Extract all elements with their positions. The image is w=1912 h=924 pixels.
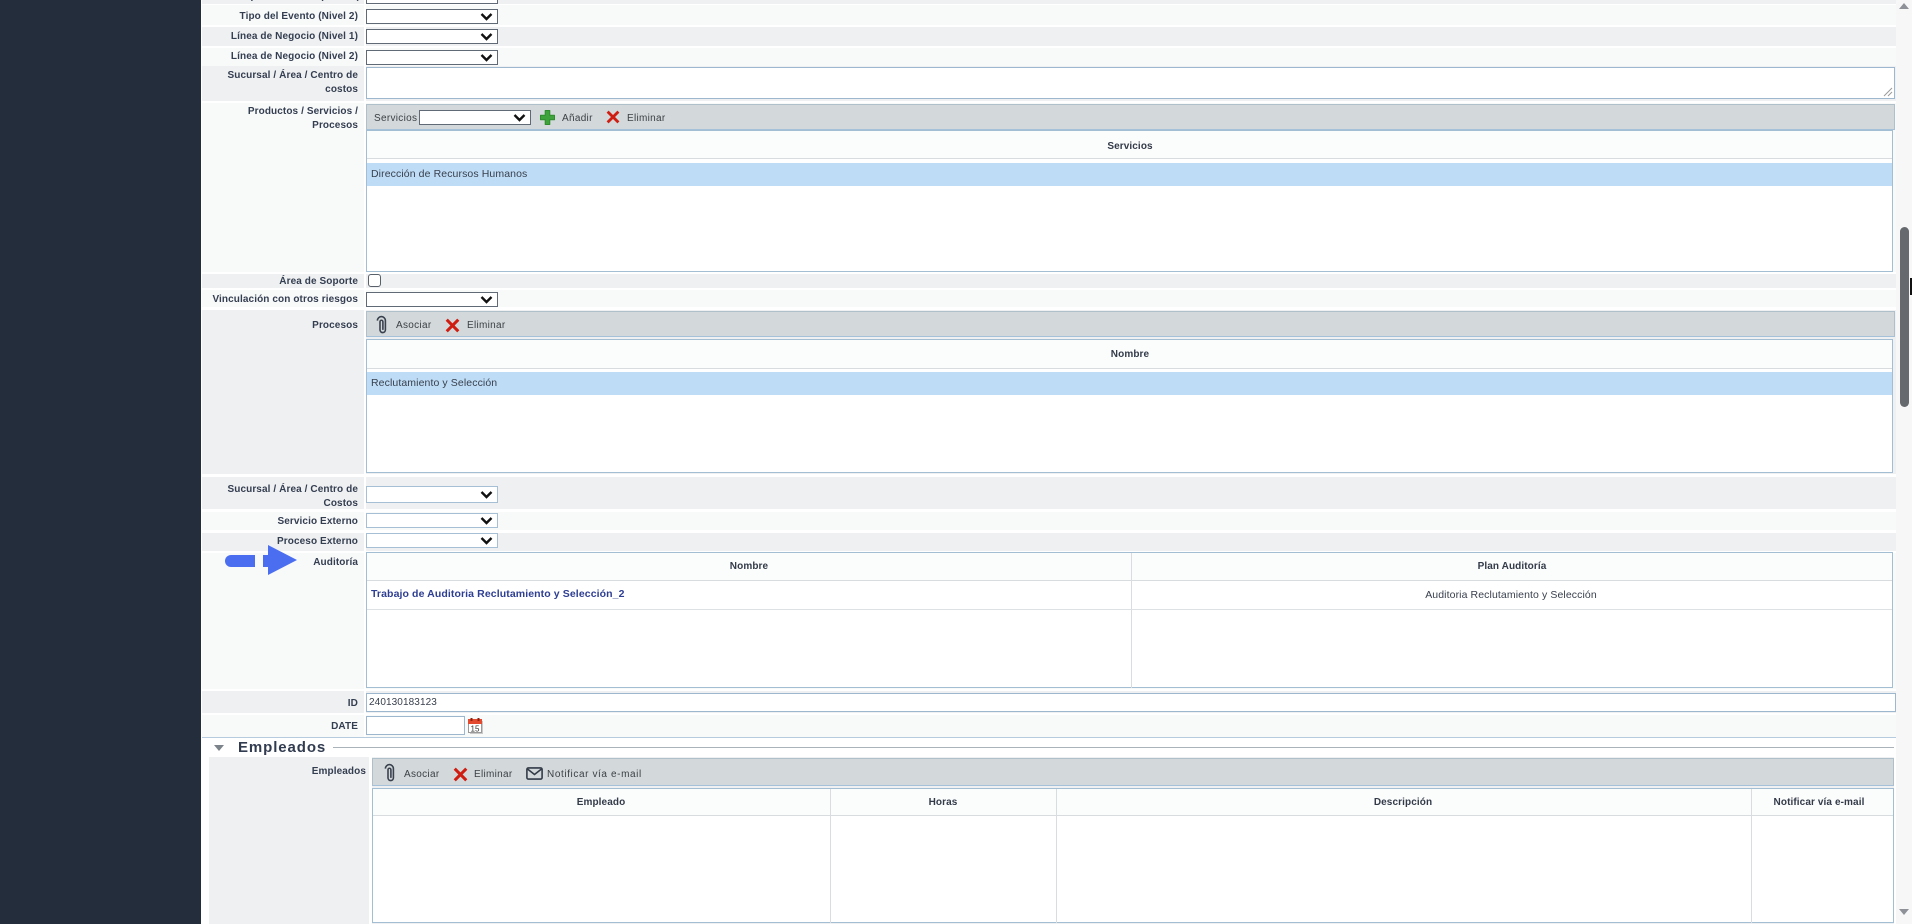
svg-text:15: 15 <box>471 725 480 734</box>
